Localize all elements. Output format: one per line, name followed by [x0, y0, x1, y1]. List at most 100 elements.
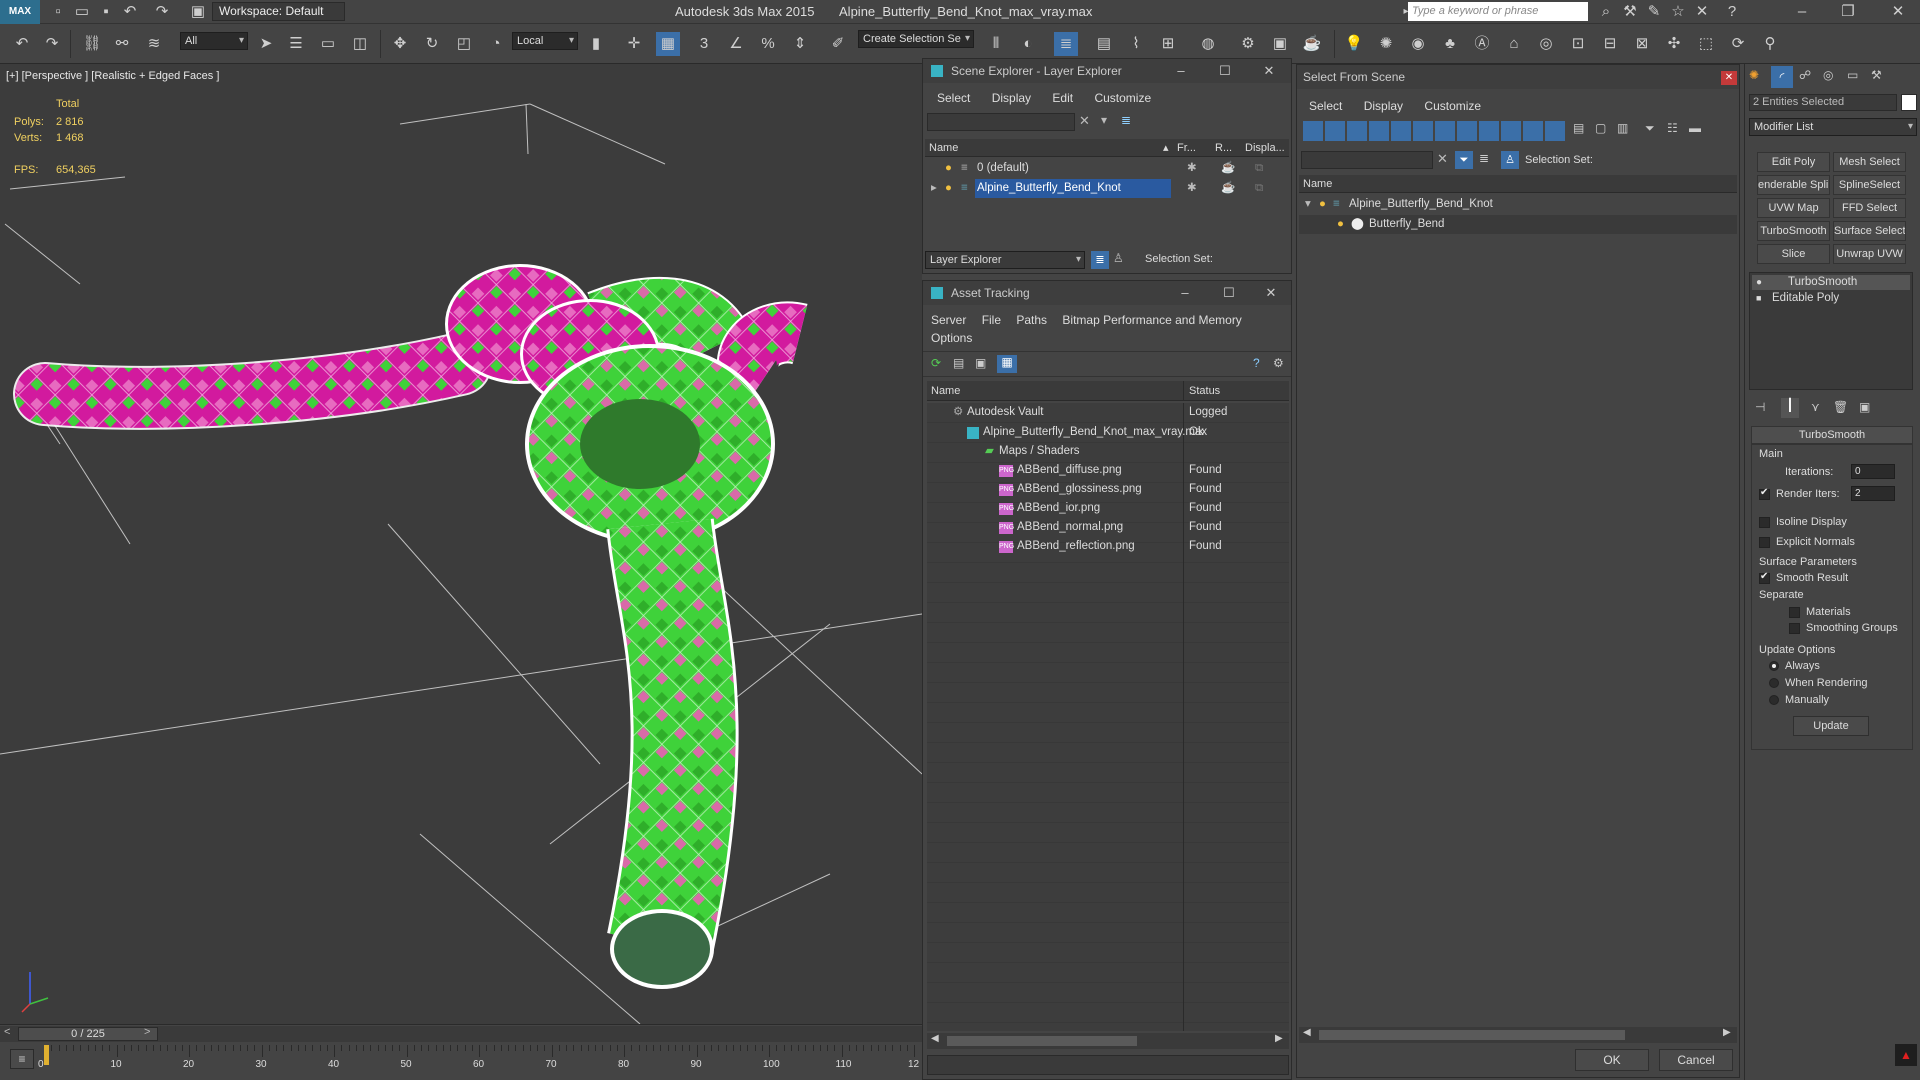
- maximize-icon[interactable]: ☐: [1207, 59, 1243, 83]
- tool-icon-7[interactable]: ⟳: [1726, 32, 1750, 56]
- open-file-icon[interactable]: ▭: [70, 0, 94, 24]
- current-frame-marker[interactable]: [44, 1045, 49, 1065]
- surface-select-button[interactable]: Surface Select: [1833, 221, 1906, 241]
- manually-radio[interactable]: [1769, 695, 1779, 706]
- selection-filter-dropdown[interactable]: All: [180, 32, 248, 50]
- clear-search-icon[interactable]: ✕: [1437, 151, 1448, 167]
- menu-options[interactable]: Options: [931, 331, 972, 345]
- utilities-tab-icon[interactable]: ⚒: [1871, 68, 1882, 82]
- make-unique-icon[interactable]: ⋎: [1811, 400, 1820, 414]
- selection-set-icon[interactable]: ♙: [1501, 151, 1519, 169]
- filter-funnel-icon[interactable]: ⏷: [1645, 121, 1655, 136]
- manually-row[interactable]: Manually: [1769, 694, 1829, 706]
- explicit-normals-row[interactable]: Explicit Normals: [1759, 536, 1855, 548]
- display-icon[interactable]: ⧉: [1255, 179, 1263, 198]
- unlink-icon[interactable]: ⚯: [110, 32, 134, 56]
- configure-sets-icon[interactable]: ▣: [1859, 400, 1870, 414]
- menu-display[interactable]: Display: [1364, 99, 1403, 113]
- edit-poly-button[interactable]: Edit Poly: [1757, 152, 1830, 172]
- renderable-spline-button[interactable]: enderable Splin: [1757, 175, 1830, 195]
- scale-icon[interactable]: ◰: [452, 32, 476, 56]
- table-view-icon[interactable]: ▦: [997, 355, 1017, 373]
- sun-icon[interactable]: ✺: [1374, 32, 1398, 56]
- angle-snap-icon[interactable]: ∠: [724, 32, 748, 56]
- close-icon[interactable]: ✕: [1253, 281, 1289, 305]
- redo-icon[interactable]: ↷: [150, 0, 174, 24]
- maximize-icon[interactable]: ☐: [1211, 281, 1247, 305]
- select-all-icon[interactable]: ▤: [1573, 121, 1584, 135]
- time-slider[interactable]: < 0 / 225 >: [0, 1026, 922, 1042]
- filter-icon[interactable]: ▾: [1101, 113, 1107, 127]
- stack-item-turbosmooth[interactable]: ● TurboSmooth: [1752, 275, 1910, 290]
- workspace-dropdown[interactable]: Workspace: Default: [212, 2, 345, 21]
- filter-all-icon[interactable]: [1545, 121, 1565, 141]
- unwrap-uvw-button[interactable]: Unwrap UVW: [1833, 244, 1906, 264]
- scene-node-row[interactable]: ● ⬤ Butterfly_Bend: [1299, 215, 1737, 234]
- asset-row[interactable]: PNG ABBend_reflection.png Found: [927, 537, 1289, 556]
- scroll-thumb[interactable]: [947, 1036, 1137, 1046]
- reference-coord-dropdown[interactable]: Local: [512, 32, 578, 50]
- spline-select-button[interactable]: SplineSelect: [1833, 175, 1906, 195]
- vray-icon[interactable]: ⌂: [1502, 32, 1526, 56]
- menu-bitmap[interactable]: Bitmap Performance and Memory: [1062, 313, 1241, 327]
- scroll-right-icon[interactable]: ▶: [1723, 1027, 1731, 1038]
- save-file-icon[interactable]: ▪: [94, 0, 118, 24]
- when-rendering-row[interactable]: When Rendering: [1769, 677, 1868, 689]
- clear-search-icon[interactable]: ✕: [1079, 113, 1090, 129]
- new-file-icon[interactable]: ▫: [46, 0, 70, 24]
- filter-lights-icon[interactable]: [1347, 121, 1367, 141]
- snaps-toggle-icon[interactable]: 3: [692, 32, 716, 56]
- expand-plus-icon[interactable]: ■: [1756, 291, 1761, 306]
- freeze-icon[interactable]: ✱: [1187, 179, 1197, 198]
- when-rendering-radio[interactable]: [1769, 678, 1779, 689]
- asset-row[interactable]: PNG ABBend_ior.png Found: [927, 499, 1289, 518]
- select-none-icon[interactable]: ▢: [1595, 121, 1606, 135]
- expand-icon[interactable]: ▸: [931, 179, 937, 198]
- col-name[interactable]: Name: [1303, 175, 1332, 193]
- tool-icon-3[interactable]: ⊟: [1598, 32, 1622, 56]
- named-selection-dropdown[interactable]: Create Selection Se: [858, 30, 974, 48]
- close-icon[interactable]: ✕: [1251, 59, 1287, 83]
- filter-bones-icon[interactable]: [1479, 121, 1499, 141]
- asset-row[interactable]: PNG ABBend_normal.png Found: [927, 518, 1289, 537]
- smoothing-groups-checkbox[interactable]: [1789, 622, 1800, 634]
- tool-icon-4[interactable]: ⊠: [1630, 32, 1654, 56]
- list-view-icon[interactable]: ▤: [953, 356, 964, 370]
- modify-tab-icon[interactable]: ◜: [1771, 66, 1793, 88]
- menu-paths[interactable]: Paths: [1016, 313, 1047, 327]
- isoline-row[interactable]: Isoline Display: [1759, 516, 1847, 528]
- layer-row[interactable]: ● ≡ 0 (default) ✱ ☕ ⧉: [925, 159, 1289, 178]
- col-render[interactable]: R...: [1215, 139, 1232, 157]
- settings-icon[interactable]: ⚙: [1273, 356, 1284, 370]
- communication-icon[interactable]: ✎: [1642, 0, 1666, 24]
- render-icon[interactable]: ☕: [1221, 159, 1235, 178]
- keyboard-shortcut-icon[interactable]: ▦: [656, 32, 680, 56]
- cancel-button[interactable]: Cancel: [1659, 1049, 1733, 1071]
- show-end-result-icon[interactable]: ┃: [1781, 398, 1799, 418]
- filter-cameras-icon[interactable]: [1369, 121, 1389, 141]
- lightbulb-icon[interactable]: ●: [1337, 215, 1344, 234]
- modifier-list-dropdown[interactable]: Modifier List: [1749, 118, 1917, 136]
- isoline-checkbox[interactable]: [1759, 516, 1770, 528]
- close-window-icon[interactable]: ✕: [1886, 0, 1910, 24]
- menu-edit[interactable]: Edit: [1052, 91, 1073, 105]
- materials-row[interactable]: Materials: [1789, 606, 1851, 618]
- tool-icon-8[interactable]: ⚲: [1758, 32, 1782, 56]
- scene-search-input[interactable]: [927, 113, 1075, 131]
- favorites-icon[interactable]: ☆: [1666, 0, 1690, 24]
- camera-icon[interactable]: ◉: [1406, 32, 1430, 56]
- find-icon[interactable]: ⏷: [1455, 151, 1473, 169]
- help-icon[interactable]: ?: [1253, 356, 1260, 370]
- layer-row-selected[interactable]: ▸ ● ≡ Alpine_Butterfly_Bend_Knot ✱ ☕ ⧉: [925, 179, 1289, 198]
- asset-row[interactable]: PNG ABBend_glossiness.png Found: [927, 480, 1289, 499]
- remove-modifier-icon[interactable]: 🗑: [1833, 400, 1848, 414]
- pin-stack-icon[interactable]: ⊣: [1755, 400, 1765, 414]
- materials-checkbox[interactable]: [1789, 606, 1800, 618]
- uvw-map-button[interactable]: UVW Map: [1757, 198, 1830, 218]
- filter-spacewarps-icon[interactable]: [1413, 121, 1433, 141]
- render-iters-spinner[interactable]: 2: [1851, 486, 1895, 501]
- select-from-scene-title[interactable]: Select From Scene: [1297, 65, 1739, 89]
- filter-xrefs-icon[interactable]: [1457, 121, 1477, 141]
- edit-named-sets-icon[interactable]: ✐: [826, 32, 850, 56]
- tools-icon[interactable]: ⚒: [1618, 0, 1642, 24]
